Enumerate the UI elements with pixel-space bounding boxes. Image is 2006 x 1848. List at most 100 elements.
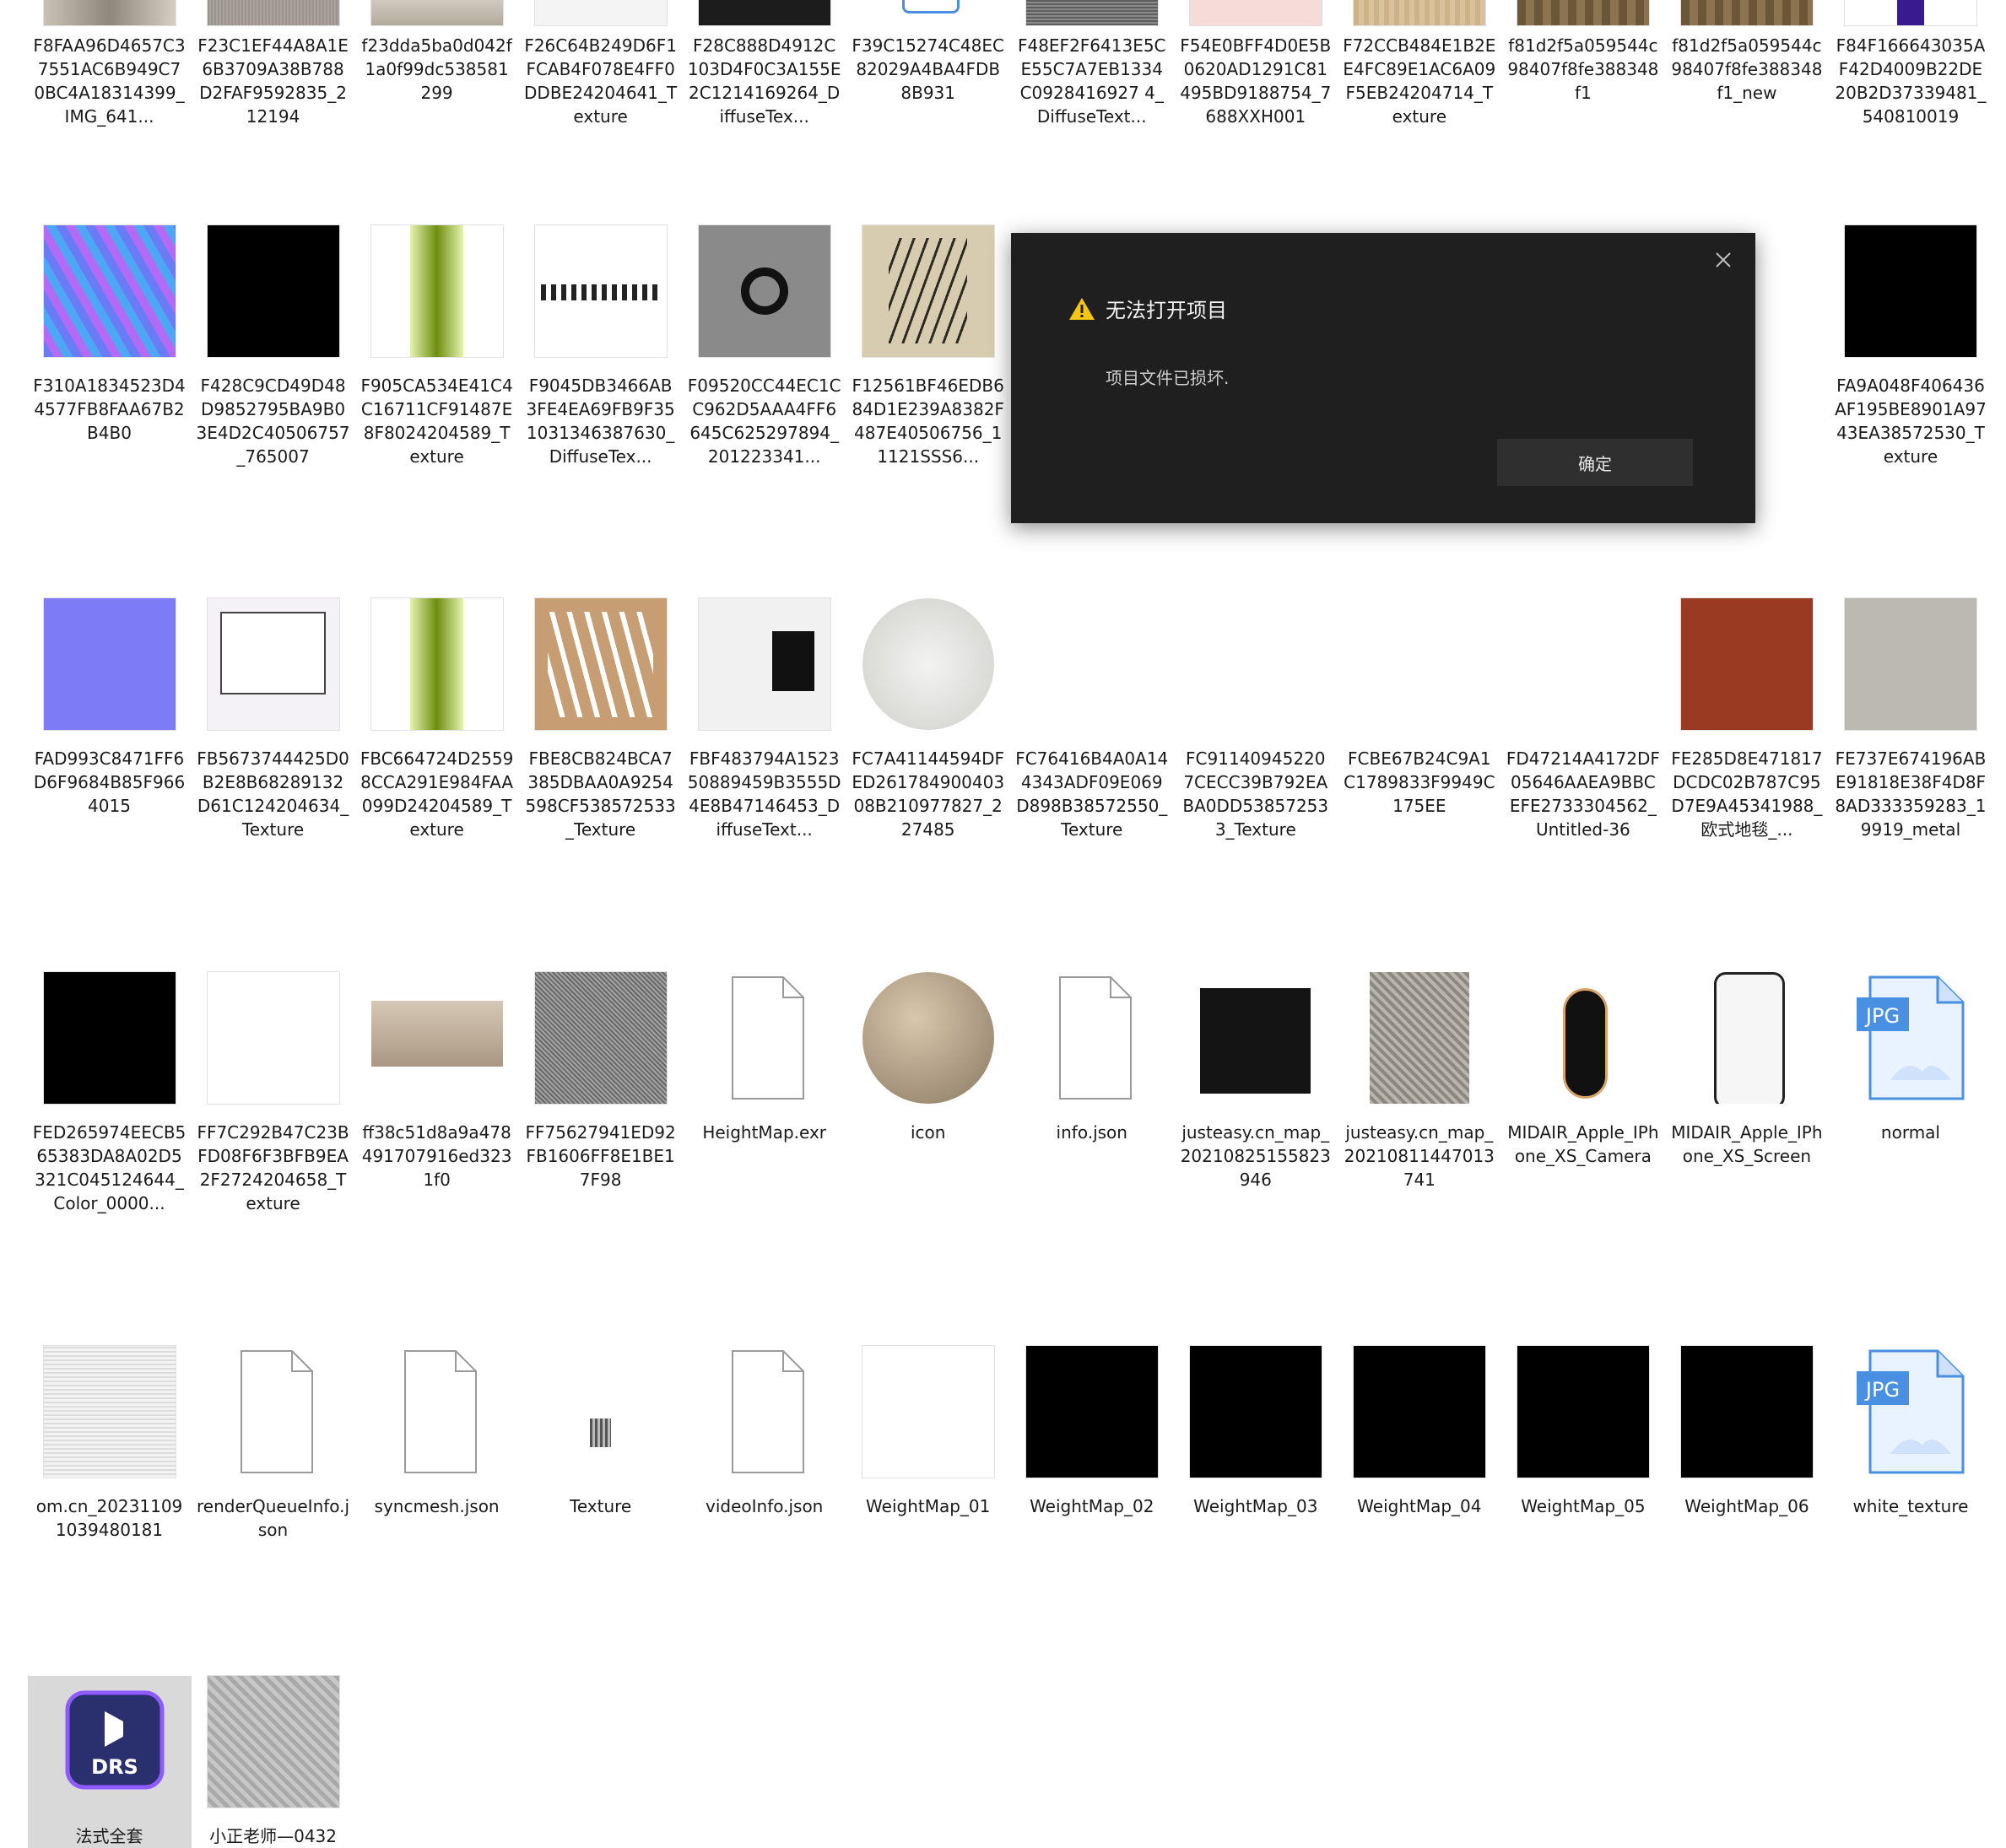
file-name: F23C1EF44A8A1E6B3709A38B788D2FAF9592835_… xyxy=(197,35,349,127)
file-item[interactable]: F23C1EF44A8A1E6B3709A38B788D2FAF9592835_… xyxy=(192,0,355,128)
file-item[interactable]: F905CA534E41C4C16711CF91487E8F8024204589… xyxy=(355,224,519,468)
file-item[interactable]: justeasy.cn_map_20210811447013741 xyxy=(1338,972,1501,1191)
file-thumbnail xyxy=(370,224,503,357)
file-thumbnail xyxy=(1353,1345,1485,1478)
file-item[interactable]: F26C64B249D6F1FCAB4F078E4FF0DDBE24204641… xyxy=(519,0,683,128)
file-item[interactable]: FE285D8E471817DCDC02B787C95D7E9A45341988… xyxy=(1665,598,1829,841)
file-thumbnail xyxy=(534,0,667,25)
file-name: white_texture xyxy=(1852,1495,1969,1516)
file-item[interactable]: DRS 法式全套 xyxy=(27,1675,192,1848)
file-thumbnail: JPG xyxy=(1845,972,1976,1104)
file-item[interactable]: F72CCB484E1B2EE4FC89E1AC6A09F5EB24204714… xyxy=(1338,0,1501,128)
file-item[interactable]: f81d2f5a059544c98407f8fe388348f1_new xyxy=(1665,0,1829,105)
file-thumbnail xyxy=(534,224,667,357)
file-name: FF75627941ED92FB1606FF8E1BE17F98 xyxy=(525,1122,676,1191)
file-thumbnail xyxy=(862,972,994,1105)
file-thumbnail xyxy=(43,598,176,731)
file-item[interactable]: WeightMap_03 xyxy=(1174,1345,1338,1518)
file-grid: F8FAA96D4657C37551AC6B949C70BC4A18314399… xyxy=(0,0,2006,1848)
file-item[interactable]: FF7C292B47C23BFD08F6F3BFB9EA2F2724204658… xyxy=(192,972,355,1215)
file-name: FC91140945220 7CECC39B792EABA0DD53857253… xyxy=(1182,748,1329,840)
file-item[interactable]: WeightMap_02 xyxy=(1010,1345,1174,1518)
file-item[interactable]: F12561BF46EDB684D1E239A8382F487E40506756… xyxy=(846,224,1010,468)
file-item[interactable]: f23dda5ba0d042f1a0f99dc538581299 xyxy=(355,0,519,105)
file-item[interactable]: icon xyxy=(846,972,1010,1144)
file-item[interactable]: WeightMap_06 xyxy=(1665,1345,1829,1518)
file-item[interactable]: renderQueueInfo.json xyxy=(192,1346,355,1542)
close-icon[interactable] xyxy=(1711,248,1735,272)
file-item[interactable]: F9045DB3466AB3FE4EA69FB9F351031346387630… xyxy=(519,224,683,468)
file-item[interactable]: FBF483794A152350889459B3555D4E8B47146453… xyxy=(683,598,846,841)
file-item[interactable]: F39C15274C48EC82029A4BA4FDB8B931 xyxy=(846,0,1010,105)
file-item[interactable]: WeightMap_01 xyxy=(846,1345,1010,1518)
file-name: F48EF2F6413E5CE55C7A7EB1334C0928416927 4… xyxy=(1017,35,1166,127)
file-name: FBF483794A152350889459B3555D4E8B47146453… xyxy=(687,748,841,840)
file-item[interactable]: videoInfo.json xyxy=(683,1346,846,1518)
ok-button[interactable]: 确定 xyxy=(1497,439,1693,486)
file-thumbnail xyxy=(1353,0,1485,25)
file-name: F54E0BFF4D0E5B0620AD1291C81495BD9188754_… xyxy=(1180,35,1332,127)
file-item[interactable]: WeightMap_04 xyxy=(1338,1345,1501,1518)
file-item[interactable]: F54E0BFF4D0E5B0620AD1291C81495BD9188754_… xyxy=(1174,0,1338,128)
file-thumbnail xyxy=(534,972,667,1105)
file-name: justeasy.cn_map_20210811447013741 xyxy=(1344,1122,1495,1191)
file-item[interactable]: HeightMap.exr xyxy=(683,972,846,1144)
file-item[interactable]: F09520CC44EC1CC962D5AAA4FF6645C625297894… xyxy=(683,224,846,468)
file-item[interactable]: FC91140945220 7CECC39B792EABA0DD53857253… xyxy=(1174,598,1338,841)
file-item[interactable]: FAD993C8471FF6D6F9684B85F9664015 xyxy=(28,598,192,818)
file-thumbnail xyxy=(370,0,503,25)
file-item[interactable]: Texture xyxy=(519,1346,683,1518)
file-name: WeightMap_05 xyxy=(1521,1495,1646,1516)
file-item[interactable]: ff38c51d8a9a478491707916ed3231f0 xyxy=(355,972,519,1191)
file-thumbnail xyxy=(862,1345,994,1478)
file-item[interactable]: FE737E674196ABE91818E38F4D8F8AD333359283… xyxy=(1829,598,1992,841)
file-thumbnail xyxy=(207,224,339,357)
file-item[interactable]: syncmesh.json xyxy=(355,1346,519,1518)
file-item[interactable]: WeightMap_05 xyxy=(1501,1345,1665,1518)
file-item[interactable]: info.json xyxy=(1010,972,1174,1144)
file-thumbnail xyxy=(370,598,503,731)
file-name: F39C15274C48EC82029A4BA4FDB8B931 xyxy=(852,35,1004,103)
file-name: F28C888D4912C103D4F0C3A155E2C1214169264_… xyxy=(687,35,841,127)
file-item[interactable]: FCBE67B24C9A1C1789833F9949C175EE xyxy=(1338,598,1501,818)
file-item[interactable]: FD47214A4172DF05646AAEA9BBCEFE2733304562… xyxy=(1501,598,1665,841)
file-item[interactable]: JPG white_texture xyxy=(1829,1346,1992,1518)
file-thumbnail xyxy=(1517,1345,1649,1478)
file-name: WeightMap_01 xyxy=(866,1495,991,1516)
file-name: HeightMap.exr xyxy=(702,1122,827,1143)
file-name: F428C9CD49D48D9852795BA9B03E4D2C40506757… xyxy=(196,375,350,467)
file-thumbnail xyxy=(207,0,339,25)
file-item[interactable]: FB5673744425D0B2E8B68289132D61C124204634… xyxy=(192,598,355,841)
file-item[interactable]: FBE8CB824BCA7385DBAA0A9254598CF538572533… xyxy=(519,598,683,841)
file-item[interactable]: 小正老师—0432 xyxy=(192,1675,355,1848)
file-item[interactable]: f81d2f5a059544c98407f8fe388348f1 xyxy=(1501,0,1665,105)
file-item[interactable]: MIDAIR_Apple_IPhone_XS_Screen xyxy=(1665,972,1829,1168)
file-item[interactable]: JPG normal xyxy=(1829,972,1992,1144)
file-item[interactable]: F28C888D4912C103D4F0C3A155E2C1214169264_… xyxy=(683,0,846,128)
file-item[interactable]: FF75627941ED92FB1606FF8E1BE17F98 xyxy=(519,972,683,1191)
file-item[interactable]: FC76416B4A0A144343ADF09E069D898B38572550… xyxy=(1010,598,1174,841)
file-thumbnail xyxy=(1189,1345,1322,1478)
file-item[interactable]: FBC664724D25598CCA291E984FAA099D24204589… xyxy=(355,598,519,841)
file-item[interactable]: F8FAA96D4657C37551AC6B949C70BC4A18314399… xyxy=(28,0,192,128)
file-item[interactable]: FC7A41144594DFED26178490040308B210977827… xyxy=(846,598,1010,841)
file-item[interactable]: MIDAIR_Apple_IPhone_XS_Camera xyxy=(1501,972,1665,1168)
file-name: WeightMap_03 xyxy=(1193,1495,1318,1516)
file-thumbnail xyxy=(1025,1345,1158,1478)
file-name: FB5673744425D0B2E8B68289132D61C124204634… xyxy=(197,748,349,840)
file-item[interactable]: F48EF2F6413E5CE55C7A7EB1334C0928416927 4… xyxy=(1010,0,1174,128)
file-name: FC7A41144594DFED26178490040308B210977827… xyxy=(852,748,1005,840)
file-item[interactable]: justeasy.cn_map_20210825155823946 xyxy=(1174,972,1338,1191)
file-item[interactable]: F428C9CD49D48D9852795BA9B03E4D2C40506757… xyxy=(192,224,355,468)
file-item[interactable]: om.cn_202311091039480181 xyxy=(28,1345,192,1542)
file-name: 法式全套 xyxy=(75,1825,143,1846)
file-name: F8FAA96D4657C37551AC6B949C70BC4A18314399… xyxy=(33,35,186,127)
file-name: FE285D8E471817DCDC02B787C95D7E9A45341988… xyxy=(1671,748,1823,840)
file-thumbnail xyxy=(1025,0,1158,25)
file-thumbnail xyxy=(1844,598,1976,731)
file-item[interactable]: FA9A048F406436AF195BE8901A9743EA38572530… xyxy=(1829,224,1992,468)
file-thumbnail xyxy=(1680,1345,1813,1478)
file-item[interactable]: F84F166643035AF42D4009B22DE20B2D37339481… xyxy=(1829,0,1992,128)
file-item[interactable]: F310A1834523D44577FB8FAA67B2B4B0 xyxy=(28,224,192,445)
file-item[interactable]: FED265974EECB565383DA8A02D5321C045124644… xyxy=(28,972,192,1215)
